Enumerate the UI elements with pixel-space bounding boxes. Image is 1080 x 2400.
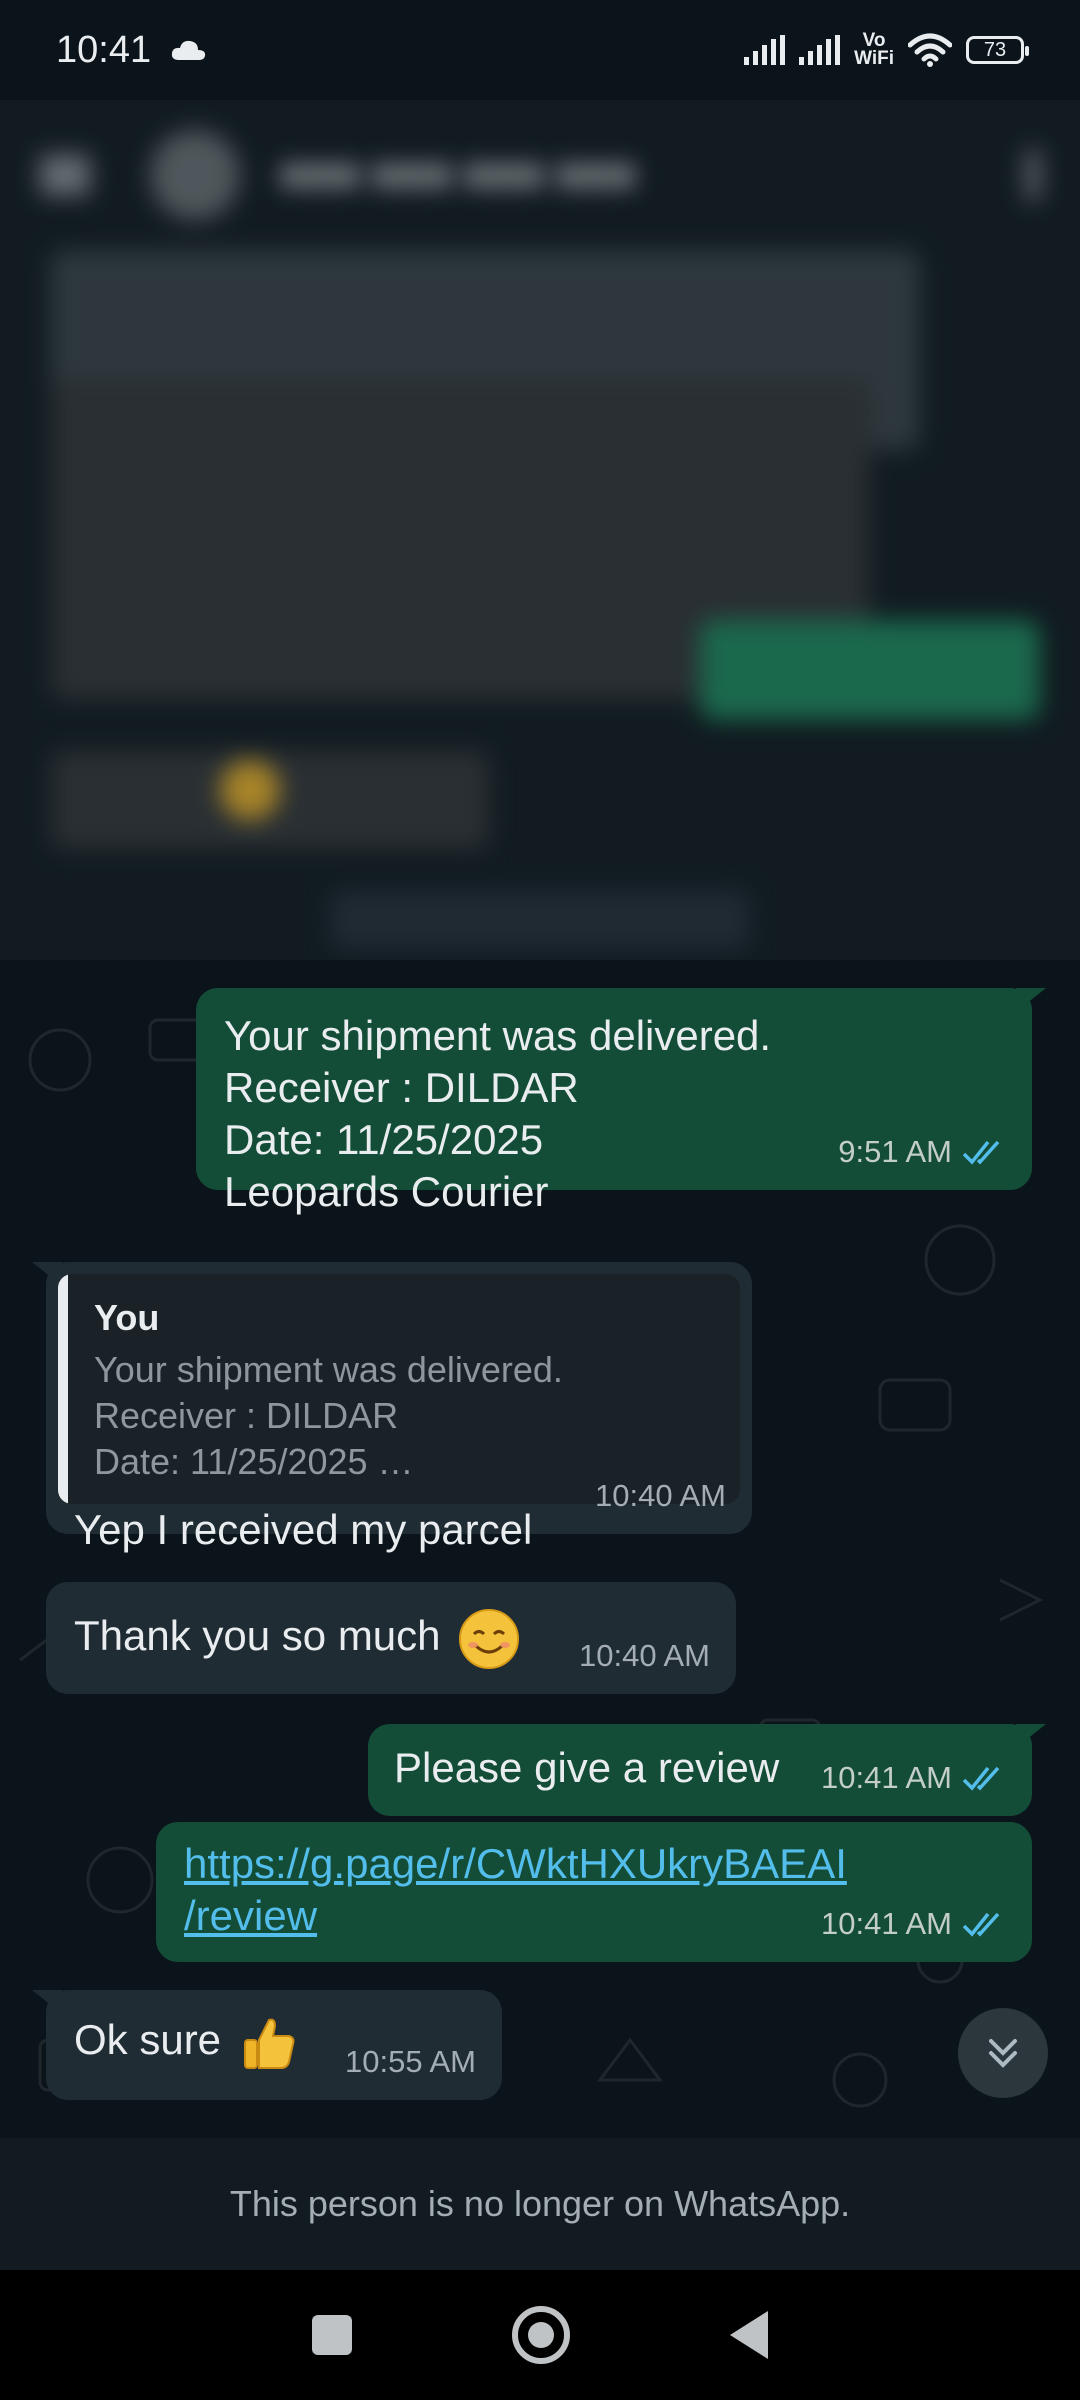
status-bar: 10:41 Vo WiFi 73 xyxy=(0,0,1080,100)
message-text: Please give a review xyxy=(394,1744,780,1791)
status-time: 10:41 xyxy=(56,28,152,71)
battery-icon: 73 xyxy=(966,36,1029,64)
message-text: Yep I received my parcel xyxy=(74,1506,533,1553)
message-text: Thank you so much xyxy=(74,1612,441,1660)
message-text: Receiver : DILDAR xyxy=(224,1064,579,1111)
navigation-bar xyxy=(0,2270,1080,2400)
quote-text: Receiver : DILDAR xyxy=(94,1395,399,1436)
menu-icon xyxy=(1026,150,1040,200)
message-outgoing[interactable]: Your shipment was delivered. Receiver : … xyxy=(196,988,1046,1215)
notice-bar: This person is no longer on WhatsApp. xyxy=(0,2138,1080,2270)
message-text: Ok sure xyxy=(74,2016,222,2064)
quote-author: You xyxy=(94,1297,160,1338)
quote-text: Date: 11/25/2025 … xyxy=(94,1441,414,1482)
blurred-region: ■■■ ■■■ ■■■ ■■■ xyxy=(0,100,1080,960)
message-incoming[interactable]: You Your shipment was delivered. Receive… xyxy=(32,1262,752,1553)
back-arrow-icon xyxy=(40,155,90,195)
thumbs-up-icon xyxy=(243,2018,295,2069)
back-button[interactable] xyxy=(730,2311,768,2359)
message-outgoing[interactable]: Please give a review 10:41 AM xyxy=(368,1724,1046,1816)
message-incoming[interactable]: Ok sure 10:55 AM xyxy=(32,1990,502,2100)
chat-area[interactable]: Your shipment was delivered. Receiver : … xyxy=(0,960,1080,2138)
wifi-icon xyxy=(908,33,952,67)
read-ticks-icon xyxy=(962,1912,1000,1937)
contact-name-blurred: ■■■ ■■■ ■■■ ■■■ xyxy=(280,150,636,199)
notice-text: This person is no longer on WhatsApp. xyxy=(229,2183,851,2224)
message-time: 9:51 AM xyxy=(838,1134,952,1169)
read-ticks-icon xyxy=(962,1140,1000,1165)
message-time: 10:41 AM xyxy=(821,1906,952,1941)
signal-icon xyxy=(744,35,786,65)
recents-button[interactable] xyxy=(312,2315,352,2355)
avatar xyxy=(150,130,240,220)
read-ticks-icon xyxy=(962,1766,1000,1791)
vowifi-icon: Vo WiFi xyxy=(854,30,894,69)
double-chevron-down-icon xyxy=(989,2039,1017,2068)
message-text: Your shipment was delivered. xyxy=(224,1012,772,1059)
cloud-icon xyxy=(171,40,206,60)
signal-icon xyxy=(799,35,841,65)
message-outgoing[interactable]: https://g.page/r/CWktHXUkryBAEAI /review… xyxy=(156,1822,1032,1962)
message-time: 10:40 AM xyxy=(579,1638,710,1673)
message-time: 10:55 AM xyxy=(345,2044,476,2079)
message-time: 10:40 AM xyxy=(595,1478,726,1513)
smiling-face-icon xyxy=(459,1609,520,1669)
home-button[interactable] xyxy=(512,2306,570,2364)
quote-text: Your shipment was delivered. xyxy=(94,1349,563,1390)
message-incoming[interactable]: Thank you so much 10:40 AM xyxy=(46,1582,736,1694)
scroll-to-bottom-button[interactable] xyxy=(958,2008,1048,2098)
message-time: 10:41 AM xyxy=(821,1760,952,1795)
